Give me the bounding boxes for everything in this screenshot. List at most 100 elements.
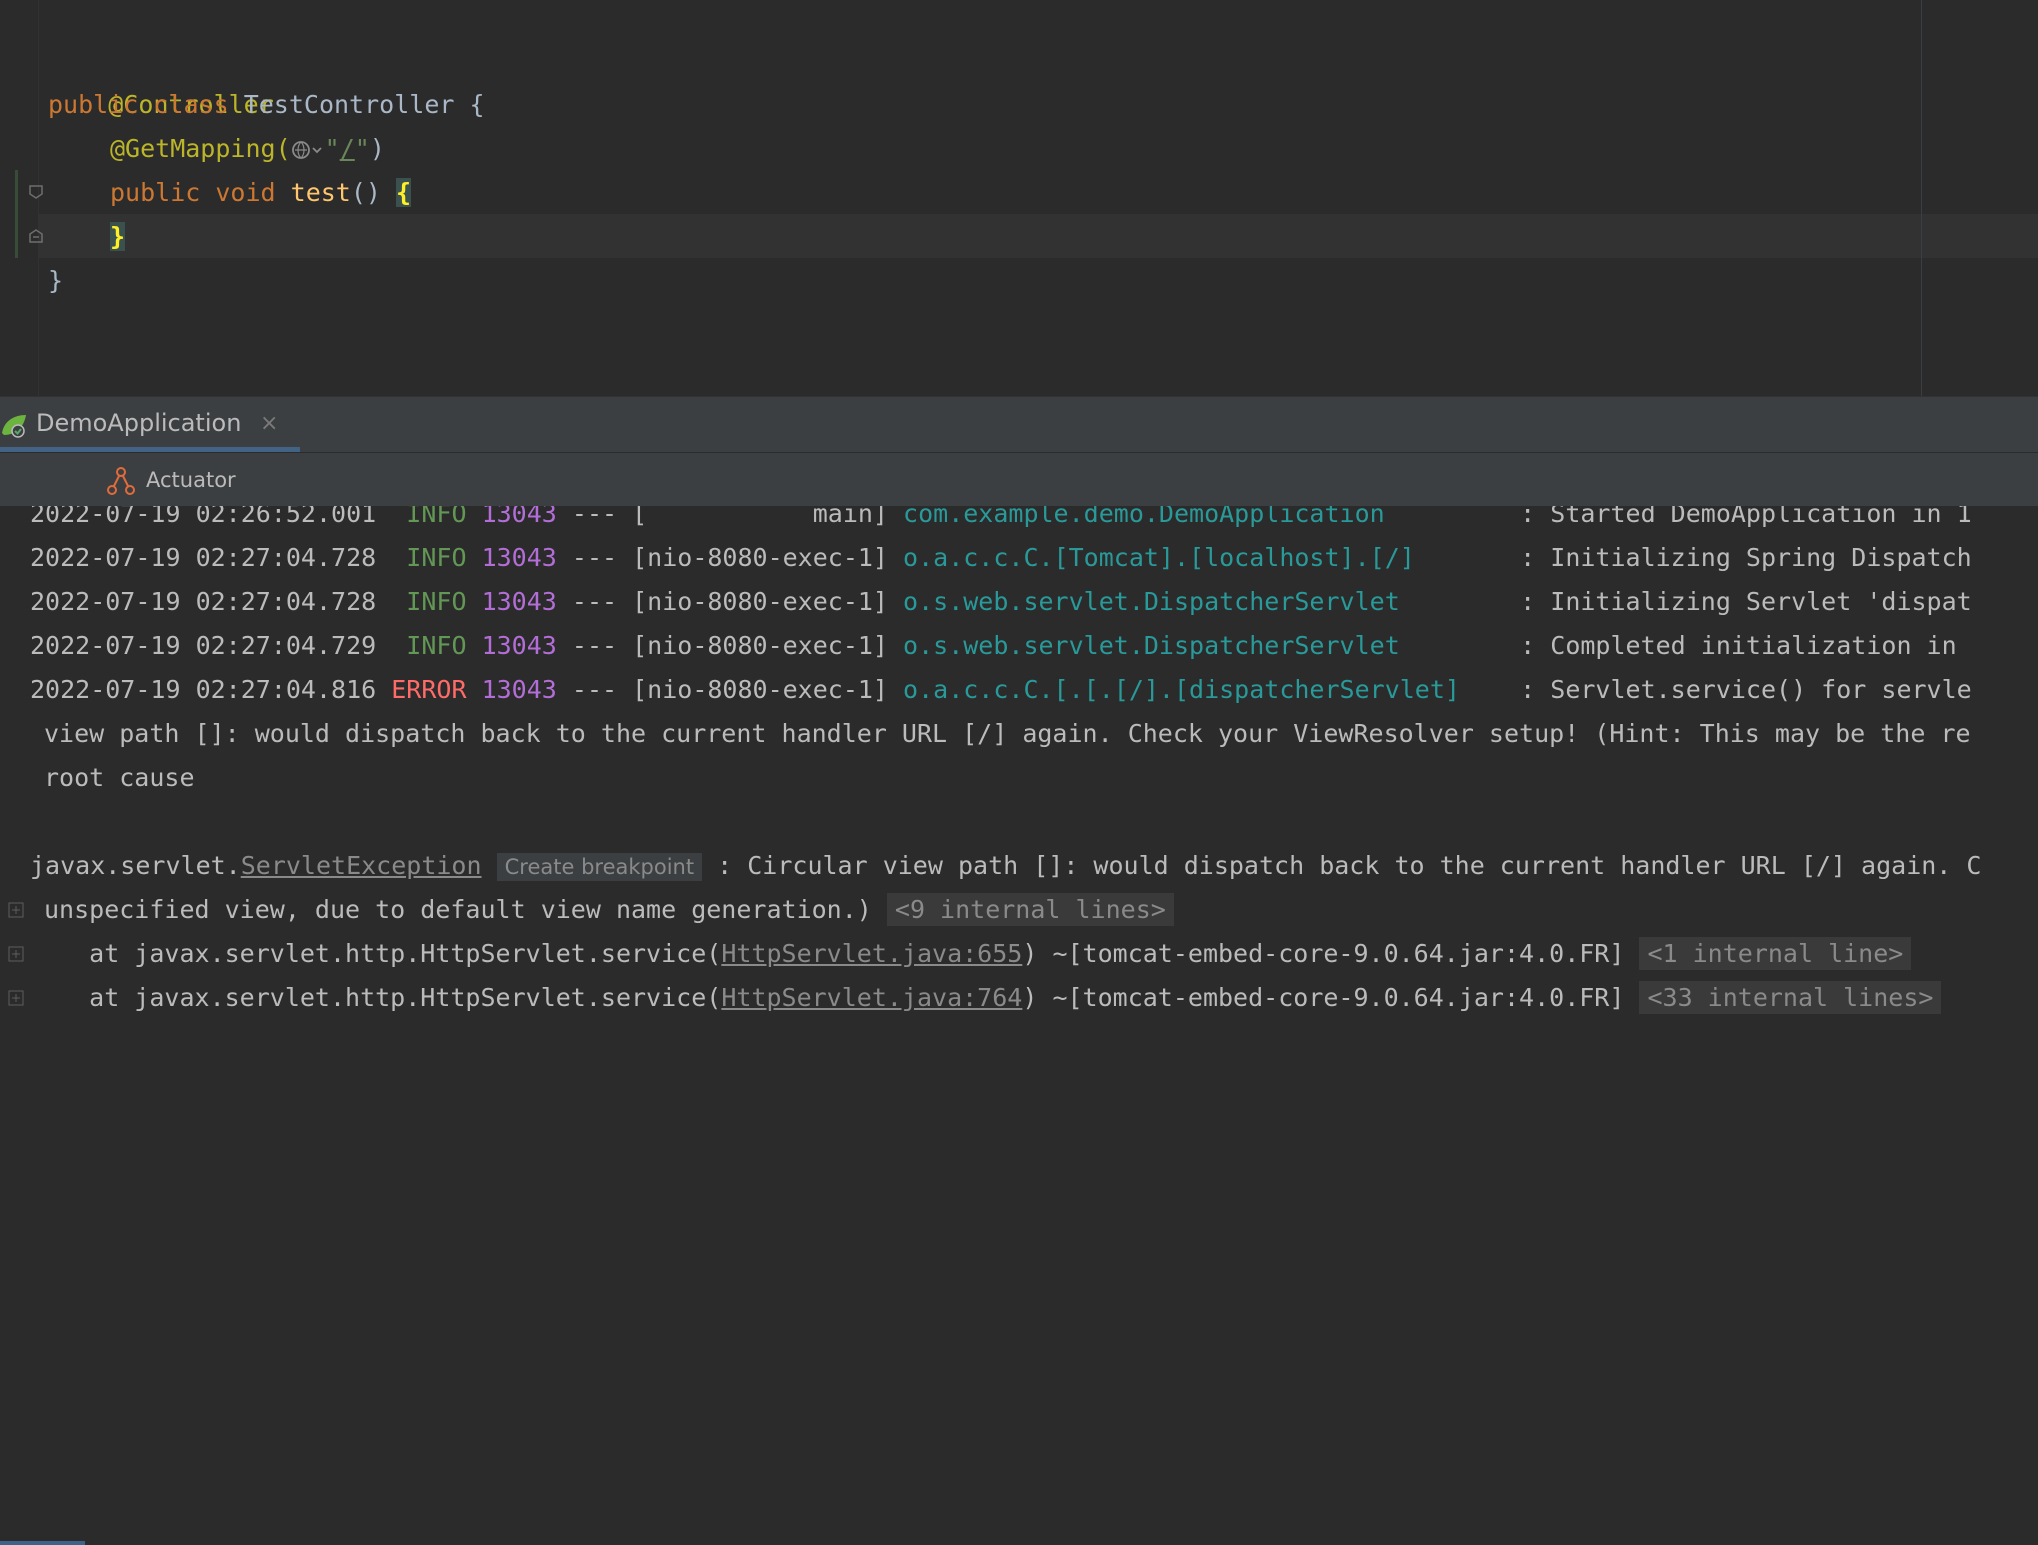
log-pid: 13043 [481, 543, 557, 572]
log-pid: 13043 [481, 506, 557, 528]
log-message: : Started DemoApplication in 1 [1505, 506, 1972, 528]
log-line: 2022-07-19 02:26:52.001 INFO 13043 --- [… [30, 506, 1972, 536]
spring-boot-icon [2, 415, 26, 438]
log-message: : Servlet.service() for servle [1505, 675, 1972, 704]
paren: ) [369, 134, 385, 163]
current-line-highlight [38, 214, 2038, 258]
keyword: public [110, 178, 201, 207]
log-thread: [nio-8080-exec-1] [632, 675, 888, 704]
log-message: : Completed initialization in [1505, 631, 1957, 660]
method-name: test [290, 178, 351, 207]
log-separator: --- [556, 675, 633, 704]
log-line: 2022-07-19 02:27:04.728 INFO 13043 --- [… [30, 580, 1972, 624]
folded-lines-button[interactable]: <9 internal lines> [886, 893, 1174, 926]
console-output[interactable]: 2022-07-19 02:26:52.001 INFO 13043 --- [… [0, 506, 2038, 1092]
matched-brace: { [396, 178, 412, 207]
log-level: INFO [391, 506, 467, 528]
log-logger: o.a.c.c.C.[.[.[/].[dispatcherServlet] [903, 675, 1506, 704]
log-timestamp: 2022-07-19 02:27:04.816 [30, 675, 377, 704]
log-separator: --- [556, 587, 633, 616]
stack-trace-line: at javax.servlet.http.HttpServlet.servic… [44, 932, 1912, 976]
expand-icon[interactable] [8, 902, 24, 918]
log-timestamp: 2022-07-19 02:27:04.728 [30, 543, 377, 572]
brace: } [48, 266, 64, 295]
mapping-path[interactable]: / [340, 134, 355, 163]
exception-continuation: unspecified view, due to default view na… [44, 888, 1174, 932]
code-line-4: public void test() { [110, 171, 412, 215]
log-logger: com.example.demo.DemoApplication [903, 506, 1506, 528]
log-level: ERROR [391, 675, 467, 704]
log-level: INFO [391, 587, 467, 616]
trace-text: ) ~[tomcat-embed-core-9.0.64.jar:4.0.FR] [1022, 939, 1625, 968]
getmapping-annotation: @GetMapping( [110, 134, 291, 163]
log-timestamp: 2022-07-19 02:27:04.728 [30, 587, 377, 616]
folded-lines-button[interactable]: <33 internal lines> [1639, 981, 1942, 1014]
run-tool-window-header: DemoApplication × [0, 396, 2038, 453]
tab-actuator[interactable]: Actuator [106, 453, 236, 507]
log-line: 2022-07-19 02:27:04.729 INFO 13043 --- [… [30, 624, 1957, 668]
actuator-icon [107, 467, 135, 495]
exception-line: javax.servlet.ServletException Create br… [30, 844, 1981, 889]
run-subtabs: onsole Actuator [0, 452, 2038, 1545]
active-subtab-indicator [0, 1541, 85, 1545]
log-thread: [nio-8080-exec-1] [632, 543, 888, 572]
parens: () [350, 178, 381, 207]
log-logger: o.a.c.c.C.[Tomcat].[localhost].[/] [903, 543, 1506, 572]
stack-trace-line: at javax.servlet.http.HttpServlet.servic… [44, 976, 1942, 1020]
log-separator: --- [556, 543, 633, 572]
log-thread: [ main] [632, 506, 888, 528]
create-breakpoint-button[interactable]: Create breakpoint [496, 853, 703, 881]
log-pid: 13043 [481, 587, 557, 616]
log-timestamp: 2022-07-19 02:27:04.729 [30, 631, 377, 660]
source-file-link[interactable]: HttpServlet.java:764 [721, 983, 1022, 1012]
exception-message: : Circular view path []: would dispatch … [717, 851, 1982, 880]
log-message: : Initializing Spring Dispatch [1505, 543, 1972, 572]
log-logger: o.s.web.servlet.DispatcherServlet [903, 631, 1506, 660]
expand-icon[interactable] [8, 946, 24, 962]
brace: { [469, 90, 485, 119]
log-pid: 13043 [481, 675, 557, 704]
log-separator: --- [556, 506, 633, 528]
web-endpoint-globe-icon[interactable] [291, 138, 325, 162]
expand-icon[interactable] [8, 990, 24, 1006]
exception-package: javax.servlet. [30, 851, 241, 880]
log-continuation: root cause [44, 763, 195, 792]
close-icon[interactable]: × [260, 411, 278, 436]
log-logger: o.s.web.servlet.DispatcherServlet [903, 587, 1506, 616]
log-continuation: view path []: would dispatch back to the… [44, 719, 1971, 748]
tab-actuator-label: Actuator [146, 468, 236, 492]
log-level: INFO [391, 543, 467, 572]
fold-start-icon[interactable] [28, 184, 44, 200]
folded-lines-button[interactable]: <1 internal line> [1639, 937, 1912, 970]
run-tab-demoapplication[interactable]: DemoApplication × [0, 397, 300, 453]
source-file-link[interactable]: HttpServlet.java:655 [721, 939, 1022, 968]
class-name: TestController [243, 90, 455, 119]
code-editor[interactable]: @Controller public class TestController … [0, 0, 2038, 396]
keyword: public [48, 90, 139, 119]
exception-class-link[interactable]: ServletException [241, 851, 482, 880]
trace-text: at javax.servlet.http.HttpServlet.servic… [44, 939, 722, 968]
log-level: INFO [391, 631, 467, 660]
keyword: void [215, 178, 276, 207]
matched-brace: } [110, 222, 126, 251]
log-line-error: 2022-07-19 02:27:04.816 ERROR 13043 --- … [30, 668, 1972, 712]
log-thread: [nio-8080-exec-1] [632, 587, 888, 616]
log-message: : Initializing Servlet 'dispat [1505, 587, 1972, 616]
log-line: 2022-07-19 02:27:04.728 INFO 13043 --- [… [30, 536, 1972, 580]
trace-text: at javax.servlet.http.HttpServlet.servic… [44, 983, 722, 1012]
string-quote: " [324, 134, 340, 163]
log-pid: 13043 [481, 631, 557, 660]
log-timestamp: 2022-07-19 02:26:52.001 [30, 506, 377, 528]
code-line-6: } [48, 259, 63, 303]
keyword: class [153, 90, 229, 119]
fold-end-icon[interactable] [28, 228, 44, 244]
code-line-5: } [110, 215, 126, 259]
code-line-3: @GetMapping( "/") [110, 127, 385, 171]
right-margin-guide [1921, 0, 1922, 396]
vcs-change-marker[interactable] [15, 170, 18, 258]
log-separator: --- [556, 631, 633, 660]
string-quote: " [354, 134, 370, 163]
log-thread: [nio-8080-exec-1] [632, 631, 888, 660]
exception-text: unspecified view, due to default view na… [44, 895, 872, 924]
trace-text: ) ~[tomcat-embed-core-9.0.64.jar:4.0.FR] [1022, 983, 1625, 1012]
